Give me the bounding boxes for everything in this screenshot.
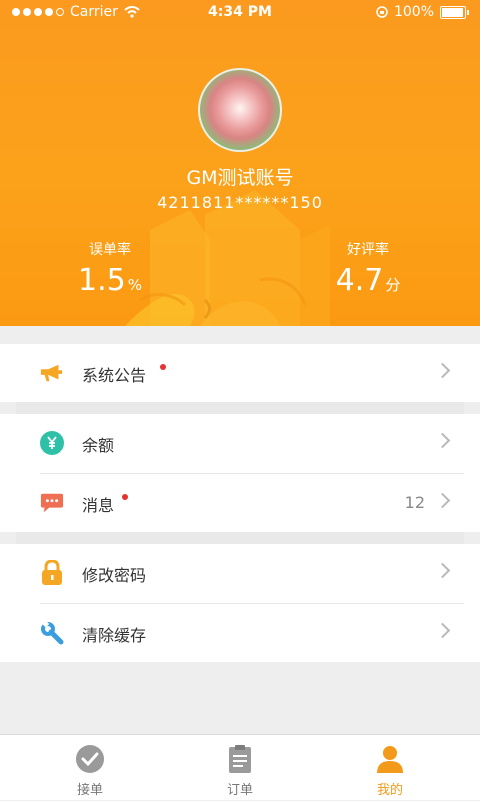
- error-rate-label: 误单率: [89, 242, 131, 258]
- tab-accept-orders[interactable]: 接单: [10, 735, 170, 801]
- tab-label: 我的: [376, 783, 403, 798]
- error-rate-stat: 误单率 1.5%: [70, 239, 150, 298]
- menu-group-settings: 修改密码 清除缓存: [0, 544, 480, 662]
- chevron-right-icon: [434, 432, 451, 449]
- lock-icon: [40, 560, 64, 585]
- megaphone-icon: [40, 361, 64, 385]
- account-number: 4211811******150: [157, 193, 323, 212]
- announcement-row[interactable]: 系统公告: [0, 344, 480, 402]
- tab-mine[interactable]: 我的: [310, 735, 470, 801]
- rating-label: 好评率: [347, 242, 389, 258]
- clear-cache-label: 清除缓存: [82, 626, 147, 645]
- rating-unit: 分: [385, 276, 401, 294]
- balance-label: 余额: [82, 436, 115, 455]
- clipboard-icon: [229, 745, 251, 773]
- person-icon: [377, 746, 403, 773]
- messages-badge: [122, 494, 128, 500]
- profile-header: Carrier 4:34 PM 100% GM测试账号 4211811*****…: [0, 0, 480, 326]
- chevron-right-icon: [434, 562, 451, 579]
- error-rate-unit: %: [127, 276, 142, 294]
- messages-row[interactable]: 消息 12: [0, 474, 480, 532]
- menu-group-announcement: 系统公告: [0, 344, 480, 402]
- tab-bar: 接单 订单 我的: [0, 734, 480, 800]
- change-password-row[interactable]: 修改密码: [0, 544, 480, 602]
- balance-row[interactable]: 余额: [0, 414, 480, 472]
- tab-orders[interactable]: 订单: [160, 735, 320, 801]
- announcement-badge: [160, 364, 166, 370]
- change-password-label: 修改密码: [82, 566, 147, 585]
- messages-label: 消息: [82, 496, 115, 515]
- divider: [16, 532, 464, 544]
- wrench-icon: [40, 621, 64, 645]
- tab-label: 订单: [226, 783, 253, 798]
- chevron-right-icon: [434, 492, 451, 509]
- avatar[interactable]: [198, 68, 282, 152]
- rating-value: 4.7: [335, 263, 384, 298]
- status-bar: Carrier 4:34 PM 100%: [0, 0, 480, 26]
- yen-icon: [40, 431, 64, 455]
- messages-count: 12: [404, 493, 425, 512]
- announcement-label: 系统公告: [82, 366, 147, 385]
- user-name: GM测试账号: [186, 167, 294, 189]
- battery-percent: 100%: [393, 4, 434, 20]
- check-circle-icon: [76, 745, 104, 773]
- menu-group-account: 余额 消息 12: [0, 414, 480, 532]
- clear-cache-row[interactable]: 清除缓存: [0, 604, 480, 662]
- rotation-lock-icon: [376, 6, 388, 18]
- chat-icon: [40, 491, 64, 515]
- rating-stat: 好评率 4.7 分: [328, 239, 408, 298]
- error-rate-value: 1.5: [78, 263, 126, 298]
- chevron-right-icon: [434, 362, 451, 379]
- chevron-right-icon: [434, 622, 451, 639]
- divider: [16, 402, 464, 414]
- tab-label: 接单: [76, 783, 103, 798]
- battery-icon: [440, 5, 469, 19]
